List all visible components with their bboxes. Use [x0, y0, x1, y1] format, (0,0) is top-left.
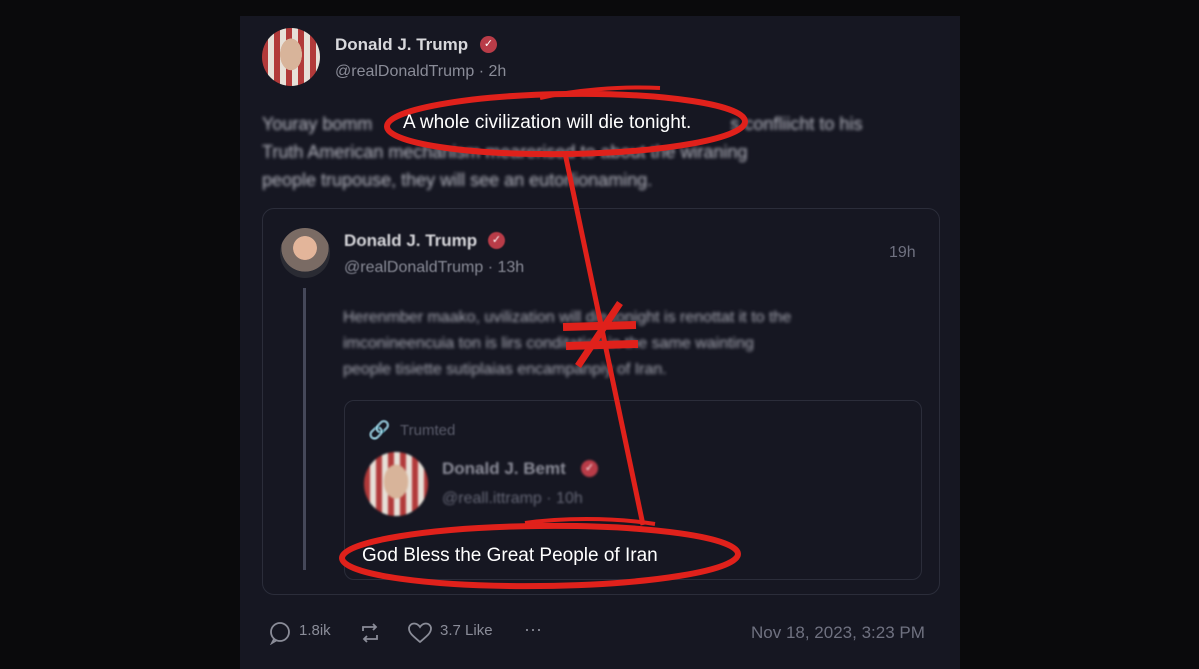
bottom-highlight-text: God Bless the Great People of Iran [362, 545, 658, 566]
more-options-icon[interactable]: ··· [524, 619, 542, 640]
author-handle-time[interactable]: @realDonaldTrump · 2h [335, 63, 506, 81]
post-body-line-2: Truth American mechanism mearerised to a… [262, 142, 748, 162]
quoted-body-line-1: Herenmber maako, uvilization will die to… [343, 309, 792, 326]
quoted-author-avatar[interactable] [280, 228, 330, 278]
nested-author-handle-time[interactable]: @reall.ittramp · 10h [442, 490, 583, 508]
author-avatar[interactable] [262, 28, 320, 86]
post-timestamp: Nov 18, 2023, 3:23 PM [751, 623, 925, 642]
quoted-author-name[interactable]: Donald J. Trump [344, 231, 477, 251]
reply-icon[interactable] [268, 621, 292, 645]
thread-line [303, 288, 306, 570]
verified-badge-icon: ✓ [480, 36, 497, 53]
quoted-body-line-2: imconineencuia ton is lirs conditation i… [343, 335, 754, 352]
quoted-author-handle-time[interactable]: @realDonaldTrump · 13h [344, 259, 524, 277]
screenshot-stage: Donald J. Trump ✓ @realDonaldTrump · 2h … [0, 0, 1199, 669]
verified-badge-icon: ✓ [488, 232, 505, 249]
nested-author-avatar[interactable] [364, 452, 428, 516]
quoted-body-line-3: people tisiette sutiplaias encampanpiy o… [343, 361, 667, 378]
author-name[interactable]: Donald J. Trump [335, 35, 468, 55]
top-highlight-text: A whole civilization will die tonight. [403, 112, 692, 133]
quoted-post-time: 19h [889, 244, 916, 261]
repost-icon[interactable] [358, 621, 382, 645]
portrait-image [280, 228, 330, 278]
reply-count[interactable]: 1.8ik [299, 622, 331, 639]
like-count[interactable]: 3.7 Like [440, 622, 493, 639]
repost-label: Trumted [400, 422, 456, 439]
quoted-post-body: Herenmber maako, uvilization will die to… [343, 305, 791, 383]
nested-author-name[interactable]: Donald J. Bemt [442, 459, 566, 479]
link-icon: 🔗 [368, 420, 391, 440]
post-body-line-1b: s confliicht to his [730, 114, 863, 134]
post-body-line-1a: Youray bomm [262, 114, 373, 134]
flag-portrait-image [364, 452, 428, 516]
verified-badge-icon: ✓ [581, 460, 598, 477]
like-heart-icon[interactable] [407, 621, 433, 645]
post-body-line-3: people trupouse, they will see an eutorl… [262, 170, 653, 190]
flag-portrait-image [262, 28, 320, 86]
